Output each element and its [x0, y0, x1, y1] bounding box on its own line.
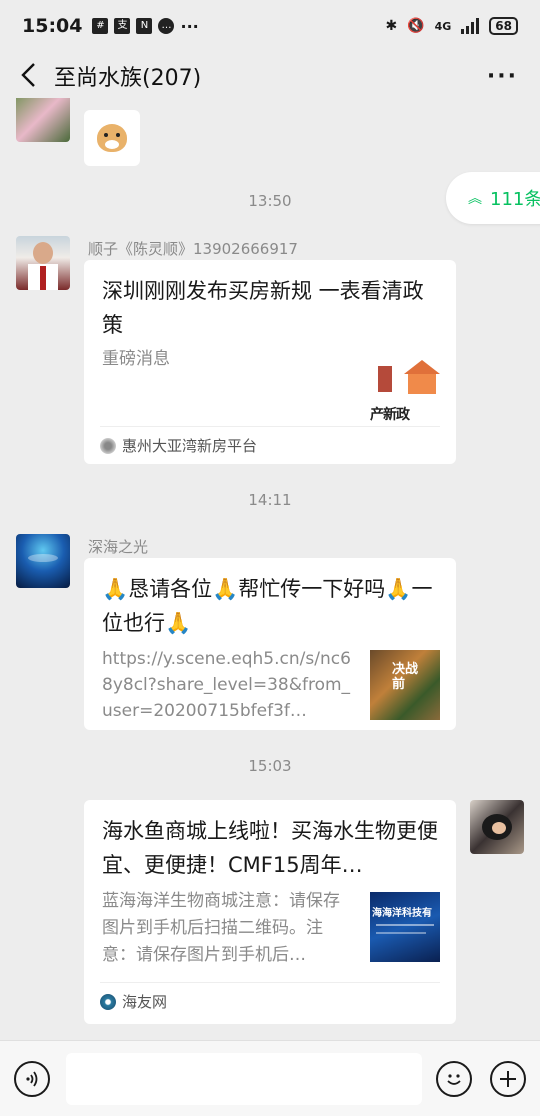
card-thumbnail: 产新政 — [370, 356, 440, 426]
source-name: 惠州大亚湾新房平台 — [122, 437, 258, 455]
message-input[interactable] — [66, 1053, 422, 1105]
message-icon: … — [158, 18, 175, 34]
more-icon[interactable]: ··· — [487, 64, 518, 89]
link-card[interactable]: 🙏恳请各位🙏帮忙传一下好吗🙏一位也行🙏 https://y.scene.eqh5… — [84, 558, 456, 730]
timestamp: 15:03 — [248, 757, 292, 775]
avatar[interactable] — [16, 98, 70, 142]
card-thumbnail: 海海洋科技有 — [370, 892, 440, 962]
sender-name: 深海之光 — [88, 538, 149, 556]
chat-area[interactable]: ︽ 111条 13:50 顺子《陈灵顺》13902666917 深圳刚刚发布买房… — [0, 98, 540, 1040]
nfc-icon: ✱ — [385, 18, 398, 34]
card-source: 海友网 — [100, 982, 440, 1018]
voice-icon[interactable] — [14, 1061, 50, 1097]
network-label: 4G — [434, 19, 452, 33]
link-card[interactable]: 深圳刚刚发布买房新规 一表看清政策 重磅消息 产新政 惠州大亚湾新房平台 — [84, 260, 456, 464]
timestamp: 14:11 — [248, 491, 292, 509]
card-source: 惠州大亚湾新房平台 — [100, 426, 440, 462]
timestamp: 13:50 — [248, 192, 292, 210]
chevron-left-icon[interactable] — [14, 58, 44, 92]
source-name: 海友网 — [122, 993, 168, 1011]
card-description: 重磅消息 — [102, 349, 170, 369]
source-logo-icon — [100, 437, 116, 454]
news-icon: N — [136, 18, 153, 34]
voice-waves-icon — [26, 1071, 38, 1087]
avatar[interactable] — [16, 236, 70, 290]
thumbnail-text: 决战前 — [392, 662, 419, 692]
input-bar — [0, 1040, 540, 1116]
card-description: 蓝海海洋生物商城注意：请保存图片到手机后扫描二维码。注意：请保存图片到手机后… — [102, 891, 340, 965]
dog-sticker-icon — [97, 124, 127, 152]
sticker-bubble[interactable] — [84, 110, 140, 166]
emoji-icon[interactable] — [436, 1061, 472, 1097]
app-notification-icon: 支 — [114, 18, 131, 34]
avatar[interactable] — [16, 534, 70, 588]
card-thumbnail: 决战前 — [370, 650, 440, 720]
thumbnail-text: 海海洋科技有 — [372, 908, 432, 919]
sender-name: 顺子《陈灵顺》13902666917 — [88, 240, 298, 258]
link-card[interactable]: 海水鱼商城上线啦！买海水生物更便宜、更便捷！CMF15周年… 蓝海海洋生物商城注… — [84, 800, 456, 1024]
page-title: 至尚水族(207) — [54, 66, 202, 91]
card-title: 深圳刚刚发布买房新规 一表看清政策 — [102, 279, 424, 337]
notification-icon: # — [92, 18, 109, 34]
smiley-icon — [447, 1074, 461, 1085]
more-notifications-icon: ··· — [180, 16, 199, 36]
plus-glyph-icon — [500, 1071, 516, 1087]
plus-icon[interactable] — [490, 1061, 526, 1097]
avatar[interactable] — [470, 800, 524, 854]
card-title: 海水鱼商城上线啦！买海水生物更便宜、更便捷！CMF15周年… — [102, 819, 438, 877]
card-description: https://y.scene.eqh5.cn/s/nc68y8cl?share… — [102, 649, 351, 721]
status-time: 15:04 — [22, 15, 83, 37]
status-bar: 15:04 # 支 N … ··· ✱ 🔇 4G 68 — [0, 0, 540, 52]
mute-icon: 🔇 — [407, 18, 425, 34]
card-title: 🙏恳请各位🙏帮忙传一下好吗🙏一位也行🙏 — [102, 577, 433, 635]
thumbnail-text: 产新政 — [370, 407, 410, 423]
battery-indicator: 68 — [489, 17, 518, 35]
title-bar: 至尚水族(207) ··· — [0, 52, 540, 98]
signal-icon — [461, 18, 480, 34]
source-logo-icon — [100, 993, 116, 1010]
